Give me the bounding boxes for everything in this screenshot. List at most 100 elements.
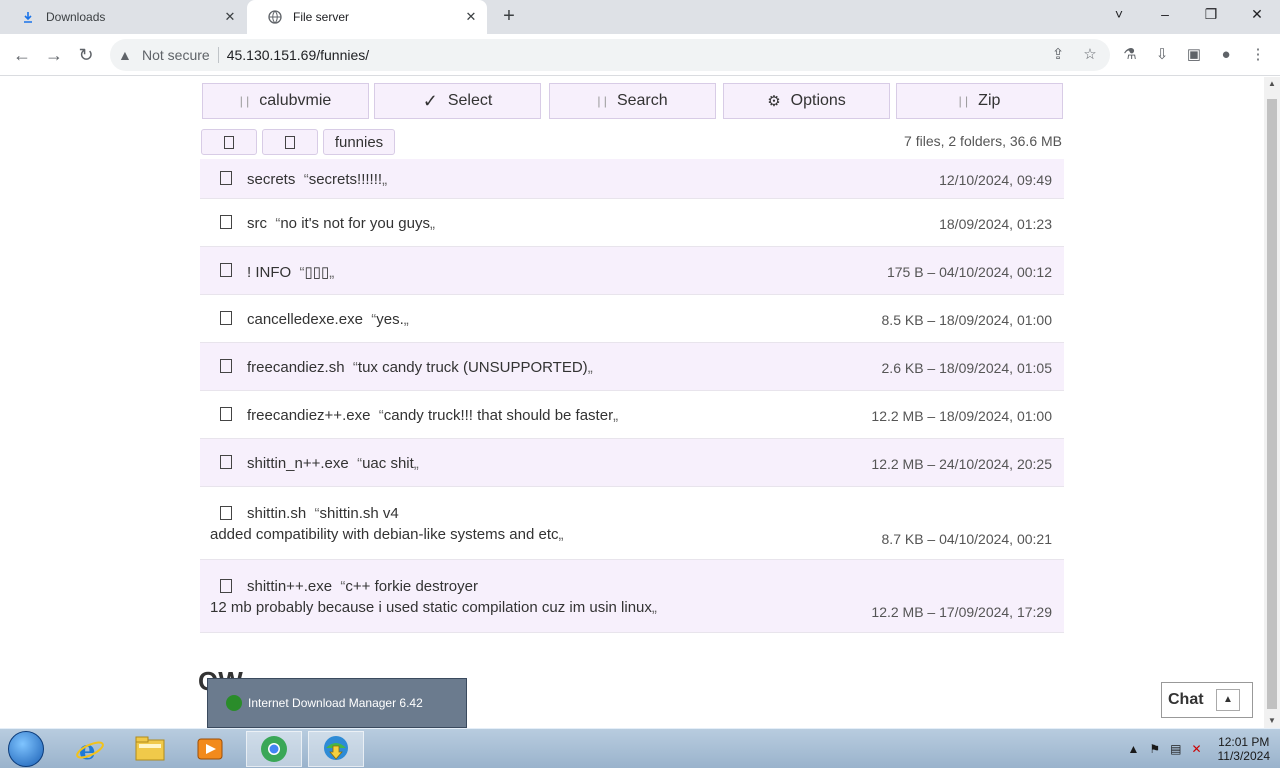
breadcrumb-funnies[interactable]: funnies <box>323 129 395 155</box>
file-name-line[interactable]: freecandiez++.exe “candy truck!!! that s… <box>247 407 618 424</box>
file-name-line[interactable]: freecandiez.sh “tux candy truck (UNSUPPO… <box>247 359 593 376</box>
internet-explorer-icon[interactable]: e <box>62 731 118 767</box>
file-name[interactable]: ! INFO <box>247 264 291 281</box>
address-bar[interactable]: ▲ Not secure 45.130.151.69/funnies/ <box>110 39 1110 71</box>
start-button[interactable] <box>8 731 44 767</box>
file-name-line[interactable]: shittin.sh “shittin.sh v4 <box>247 505 399 522</box>
list-item[interactable]: shittin.sh “shittin.sh v4 added compatib… <box>200 487 1064 560</box>
clock[interactable]: 12:01 PM 11/3/2024 <box>1218 735 1271 763</box>
file-name[interactable]: shittin.sh <box>247 505 306 522</box>
show-hidden-icons-icon[interactable]: ▲ <box>1127 742 1139 756</box>
list-item[interactable]: shittin++.exe “c++ forkie destroyer 12 m… <box>200 560 1064 633</box>
idm-globe-icon <box>226 695 242 711</box>
file-name[interactable]: src <box>247 215 267 232</box>
file-name[interactable]: freecandiez.sh <box>247 359 345 376</box>
star-icon[interactable]: ☆ <box>1078 43 1102 67</box>
file-description: uac shit <box>362 455 414 472</box>
checkmark-icon: ✓ <box>422 90 438 111</box>
tab-file-server[interactable]: File server ✕ <box>247 0 487 34</box>
file-icon <box>220 506 232 520</box>
breadcrumb-up[interactable] <box>262 129 318 155</box>
side-panel-icon[interactable]: ▣ <box>1182 43 1206 67</box>
chevron-up-icon[interactable]: ▲ <box>1216 689 1240 711</box>
file-name[interactable]: shittin_n++.exe <box>247 455 349 472</box>
list-item[interactable]: ! INFO “▯▯▯„ 175 B – 04/10/2024, 00:12 <box>200 247 1064 295</box>
file-name-line[interactable]: cancelledexe.exe “yes.„ <box>247 311 409 328</box>
share-icon[interactable]: ⇪ <box>1046 43 1070 67</box>
new-tab-button[interactable]: + <box>497 5 521 29</box>
button-label: Zip <box>978 92 1001 109</box>
list-item[interactable]: cancelledexe.exe “yes.„ 8.5 KB – 18/09/2… <box>200 295 1064 343</box>
file-meta: 8.5 KB – 18/09/2024, 01:00 <box>881 312 1052 328</box>
list-item[interactable]: freecandiez++.exe “candy truck!!! that s… <box>200 391 1064 439</box>
media-player-icon[interactable] <box>182 731 238 767</box>
file-name[interactable]: cancelledexe.exe <box>247 311 363 328</box>
file-name-line[interactable]: src “no it's not for you guys„ <box>247 215 435 232</box>
quote-close: „ <box>587 359 593 376</box>
forward-arrow-icon[interactable]: → <box>42 43 66 67</box>
network-icon[interactable]: ▤ <box>1170 742 1181 756</box>
file-icon <box>220 311 232 325</box>
file-explorer-icon[interactable] <box>122 731 178 767</box>
calubvmie-button[interactable]: | | calubvmie <box>202 83 369 119</box>
volume-muted-icon[interactable]: ✕ <box>1191 742 1201 756</box>
file-description-cont: 12 mb probably because i used static com… <box>210 599 652 616</box>
security-label[interactable]: Not secure <box>142 47 210 63</box>
list-item[interactable]: freecandiez.sh “tux candy truck (UNSUPPO… <box>200 343 1064 391</box>
select-button[interactable]: ✓ Select <box>374 83 541 119</box>
search-button[interactable]: | | Search <box>549 83 716 119</box>
button-label: Options <box>790 92 846 109</box>
file-name[interactable]: shittin++.exe <box>247 578 332 595</box>
idm-icon[interactable] <box>308 731 364 767</box>
scroll-up-arrow-icon[interactable]: ▲ <box>1264 77 1280 91</box>
close-tab-icon[interactable]: ✕ <box>222 9 238 25</box>
list-item[interactable]: src “no it's not for you guys„ 18/09/202… <box>200 199 1064 247</box>
tab-search-button[interactable]: ˅ <box>1096 0 1142 30</box>
file-name-line[interactable]: shittin_n++.exe “uac shit„ <box>247 455 419 472</box>
file-name-line[interactable]: shittin++.exe “c++ forkie destroyer <box>247 578 478 595</box>
file-description-line2: added compatibility with debian-like sys… <box>210 526 564 543</box>
list-item[interactable]: shittin_n++.exe “uac shit„ 12.2 MB – 24/… <box>200 439 1064 487</box>
download-circle-icon[interactable]: ⇩ <box>1150 43 1174 67</box>
quote-close: „ <box>413 455 419 472</box>
minimize-button[interactable]: – <box>1142 0 1188 30</box>
vertical-scrollbar[interactable]: ▲ ▼ <box>1264 77 1280 728</box>
warning-icon[interactable]: ▲ <box>118 47 136 63</box>
folder-icon <box>220 171 232 185</box>
url-text[interactable]: 45.130.151.69/funnies/ <box>227 47 369 63</box>
quote-close: „ <box>613 407 619 424</box>
reload-icon[interactable]: ↻ <box>74 43 98 67</box>
action-center-flag-icon[interactable]: ⚑ <box>1149 742 1160 756</box>
file-meta: 12/10/2024, 09:49 <box>939 172 1052 188</box>
idm-taskbar-preview[interactable]: Internet Download Manager 6.42 <box>207 678 467 728</box>
zip-button[interactable]: | | Zip <box>896 83 1063 119</box>
back-arrow-icon[interactable]: ← <box>10 43 34 67</box>
restore-button[interactable]: ❐ <box>1188 0 1234 30</box>
extension-flask-icon[interactable]: ⚗ <box>1118 43 1142 67</box>
file-name[interactable]: freecandiez++.exe <box>247 407 370 424</box>
chrome-icon[interactable] <box>246 731 302 767</box>
breadcrumb-root[interactable] <box>201 129 257 155</box>
file-name-line[interactable]: secrets “secrets!!!!!!„ <box>247 171 387 188</box>
file-name[interactable]: secrets <box>247 171 295 188</box>
file-meta: 8.7 KB – 04/10/2024, 00:21 <box>881 531 1052 547</box>
file-name-line[interactable]: ! INFO “▯▯▯„ <box>247 263 334 281</box>
menu-dots-icon[interactable]: ⋮ <box>1246 43 1270 67</box>
browser-toolbar: ← → ↻ ▲ Not secure 45.130.151.69/funnies… <box>0 34 1280 76</box>
scrollbar-thumb[interactable] <box>1267 99 1277 709</box>
page-content: | | calubvmie ✓ Select | | Search ⚙ Opti… <box>0 77 1264 728</box>
windows-taskbar: e ▲ ⚑ ▤ ✕ 12:01 PM 11/3/2024 <box>0 728 1280 768</box>
close-tab-icon[interactable]: ✕ <box>463 9 479 25</box>
list-item[interactable]: secrets “secrets!!!!!!„ 12/10/2024, 09:4… <box>200 159 1064 199</box>
file-description: no it's not for you guys <box>280 215 430 232</box>
quote-close: „ <box>382 171 388 188</box>
close-window-button[interactable]: ✕ <box>1234 0 1280 30</box>
profile-avatar-icon[interactable]: ● <box>1214 43 1238 67</box>
scroll-down-arrow-icon[interactable]: ▼ <box>1264 714 1280 728</box>
options-button[interactable]: ⚙ Options <box>723 83 890 119</box>
clock-time: 12:01 PM <box>1218 735 1270 749</box>
chat-button[interactable]: Chat ▲ <box>1161 682 1253 718</box>
divider <box>217 47 219 63</box>
tab-downloads[interactable]: Downloads ✕ <box>0 0 246 34</box>
browser-titlebar: Downloads ✕ File server ✕ + ˅ – ❐ ✕ <box>0 0 1280 34</box>
